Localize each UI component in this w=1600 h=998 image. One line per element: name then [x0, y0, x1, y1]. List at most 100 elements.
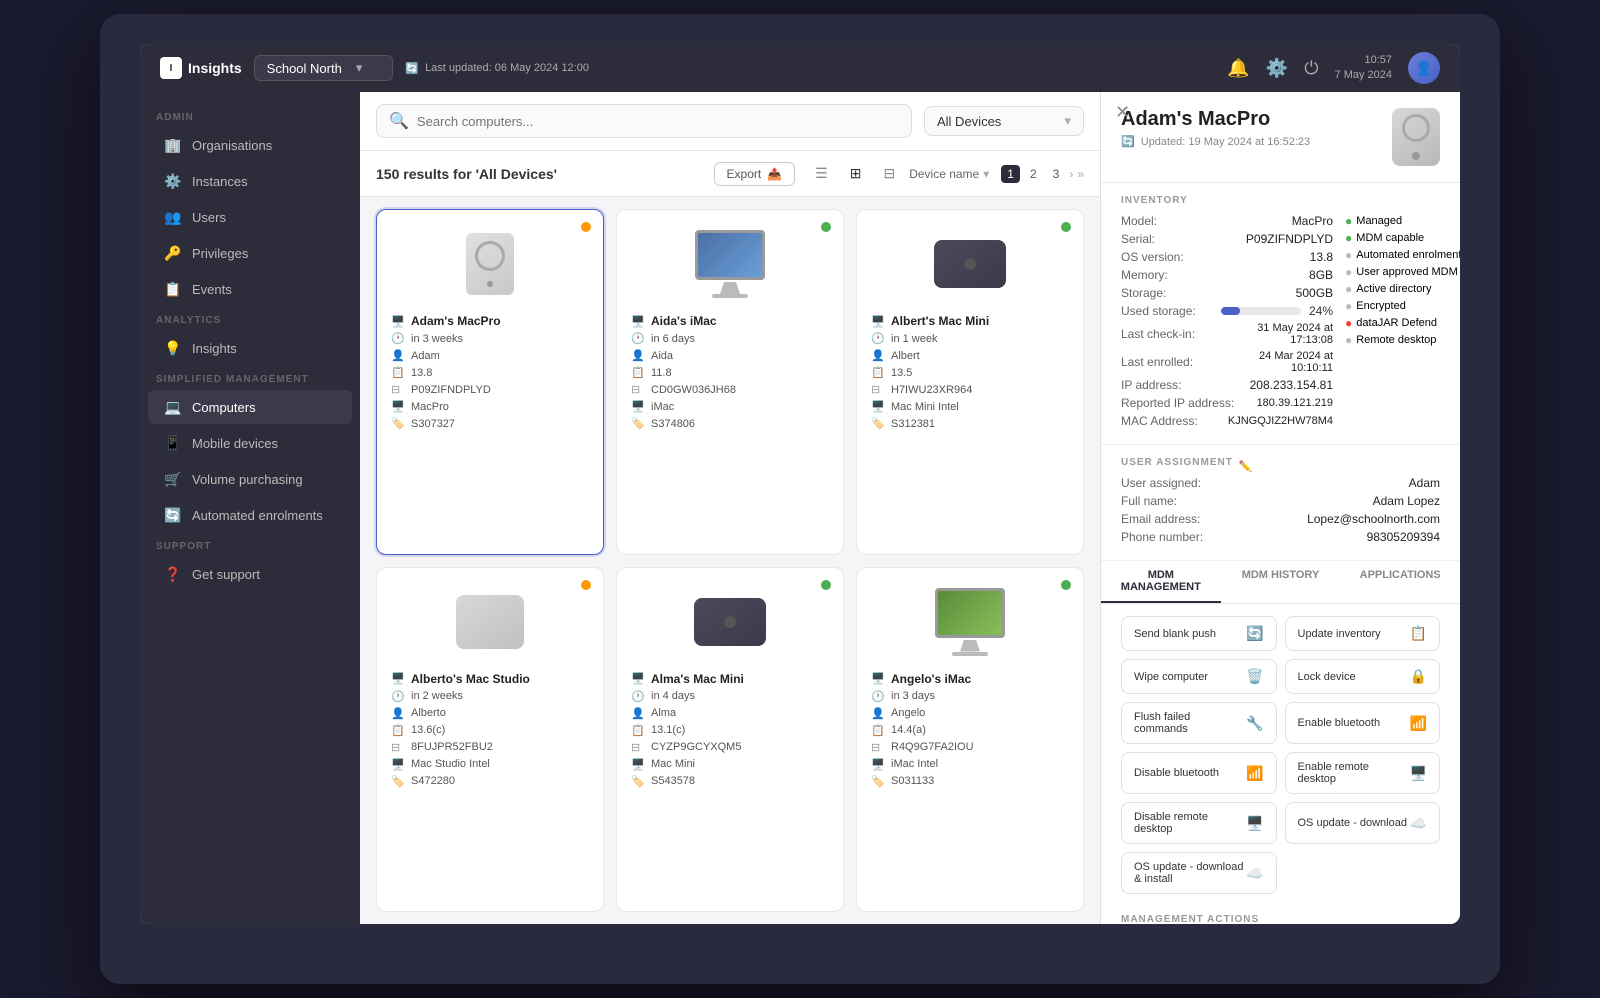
detail-title: Adam's MacPro: [1121, 108, 1310, 131]
sidebar-item-instances[interactable]: ⚙️ Instances: [148, 164, 352, 198]
notifications-icon[interactable]: 🔔: [1227, 58, 1249, 79]
status-active-directory: ● Active directory: [1345, 282, 1460, 296]
serial-icon: ⊟: [391, 383, 405, 396]
asset-icon: 🏷️: [631, 775, 645, 788]
device-image-aida: [631, 224, 829, 304]
detail-header: Adam's MacPro 🔄 Updated: 19 May 2024 at …: [1101, 92, 1460, 183]
device-card-angelo[interactable]: 🖥️ Angelo's iMac 🕐 in 3 days 👤 Angelo: [856, 567, 1084, 913]
sidebar-item-volume-purchasing[interactable]: 🛒 Volume purchasing: [148, 462, 352, 496]
enable-bluetooth-icon: 📶: [1410, 715, 1427, 732]
sidebar-section-support: SUPPORT: [140, 533, 360, 556]
sort-select[interactable]: Device name ▾: [909, 167, 989, 181]
action-wipe-computer[interactable]: Wipe computer 🗑️: [1121, 659, 1277, 694]
logo: I Insights: [160, 57, 242, 79]
filter-view-button[interactable]: ⊟: [875, 161, 903, 186]
power-icon[interactable]: ⏻: [1304, 58, 1318, 79]
action-enable-bluetooth[interactable]: Enable bluetooth 📶: [1285, 702, 1441, 744]
page-2[interactable]: 2: [1024, 165, 1043, 183]
model-icon: 🖥️: [391, 758, 405, 771]
users-icon: 👥: [164, 208, 182, 226]
status-remote-desktop: ● Remote desktop: [1345, 333, 1460, 347]
user-icon: 👤: [391, 707, 405, 720]
results-actions: Export 📤 ☰ ⊞ ⊟ Device name ▾: [714, 161, 1084, 186]
page-3[interactable]: 3: [1047, 165, 1066, 183]
device-image-angelo: [871, 582, 1069, 662]
status-datajar-defend: ● dataJAR Defend: [1345, 316, 1460, 330]
export-button[interactable]: Export 📤: [714, 162, 796, 186]
action-disable-remote-desktop[interactable]: Disable remote desktop 🖥️: [1121, 802, 1277, 844]
tab-mdm-history[interactable]: MDM HISTORY: [1221, 561, 1341, 603]
clock-icon: 🕐: [871, 332, 885, 345]
action-enable-remote-desktop[interactable]: Enable remote desktop 🖥️: [1285, 752, 1441, 794]
sidebar-item-automated-enrolments[interactable]: 🔄 Automated enrolments: [148, 498, 352, 532]
status-mdm-capable: ● MDM capable: [1345, 231, 1460, 245]
phone-row: Phone number: 98305209394: [1121, 530, 1440, 544]
status-dot-albert: [1061, 222, 1071, 232]
os-icon: 📋: [871, 724, 885, 737]
last-page-icon[interactable]: »: [1077, 167, 1084, 181]
sidebar: ADMIN 🏢 Organisations ⚙️ Instances 👥 Use…: [140, 92, 360, 924]
sync-info: 🔄 Last updated: 06 May 2024 12:00: [405, 62, 589, 75]
search-input[interactable]: [417, 114, 899, 129]
sidebar-item-organisations[interactable]: 🏢 Organisations: [148, 128, 352, 162]
tab-mdm-management[interactable]: MDM MANAGEMENT: [1101, 561, 1221, 603]
action-send-blank-push[interactable]: Send blank push 🔄: [1121, 616, 1277, 651]
results-bar: 150 results for 'All Devices' Export 📤 ☰…: [360, 151, 1100, 197]
device-list-panel: 🔍 All Devices ▾ 150 results for 'All Dev…: [360, 92, 1100, 924]
model-icon: 🖥️: [871, 758, 885, 771]
sidebar-item-insights[interactable]: 💡 Insights: [148, 331, 352, 365]
action-flush-failed-commands[interactable]: Flush failed commands 🔧: [1121, 702, 1277, 744]
os-icon: 📋: [871, 366, 885, 379]
serial-icon: ⊟: [631, 383, 645, 396]
device-card-alberto[interactable]: 🖥️ Alberto's Mac Studio 🕐 in 2 weeks 👤: [376, 567, 604, 913]
os-icon: 📋: [391, 724, 405, 737]
action-os-update-download[interactable]: OS update - download ☁️: [1285, 802, 1441, 844]
next-page-icon[interactable]: ›: [1069, 167, 1073, 181]
edit-icon[interactable]: ✏️: [1239, 460, 1253, 473]
status-automated-enrolment: ● Automated enrolment: [1345, 248, 1460, 262]
device-type-icon: 🖥️: [871, 672, 885, 685]
device-card-alma[interactable]: 🖥️ Alma's Mac Mini 🕐 in 4 days 👤 Alma: [616, 567, 844, 913]
sidebar-item-computers[interactable]: 💻 Computers: [148, 390, 352, 424]
tab-applications[interactable]: APPLICATIONS: [1340, 561, 1460, 603]
mdm-tabs: MDM MANAGEMENT MDM HISTORY APPLICATIONS: [1101, 561, 1460, 604]
sidebar-item-mobile-devices[interactable]: 📱 Mobile devices: [148, 426, 352, 460]
organisations-icon: 🏢: [164, 136, 182, 154]
view-controls: ☰ ⊞ ⊟ Device name ▾: [807, 161, 989, 186]
inventory-os: OS version: 13.8: [1121, 250, 1333, 264]
action-update-inventory[interactable]: Update inventory 📋: [1285, 616, 1441, 651]
device-card-albert[interactable]: 🖥️ Albert's Mac Mini 🕐 in 1 week 👤 Albe: [856, 209, 1084, 555]
status-dot-adam: [581, 222, 591, 232]
action-disable-bluetooth[interactable]: Disable bluetooth 📶: [1121, 752, 1277, 794]
filter-chevron-icon: ▾: [1064, 113, 1071, 129]
avatar[interactable]: 👤: [1408, 52, 1440, 84]
close-button[interactable]: ✕: [1109, 100, 1136, 125]
storage-progress-bar: [1221, 307, 1301, 315]
page-1[interactable]: 1: [1001, 165, 1020, 183]
org-selector[interactable]: School North ▾: [254, 55, 394, 81]
sidebar-item-users[interactable]: 👥 Users: [148, 200, 352, 234]
inventory-storage: Storage: 500GB: [1121, 286, 1333, 300]
sidebar-item-get-support[interactable]: ❓ Get support: [148, 557, 352, 591]
sidebar-item-events[interactable]: 📋 Events: [148, 272, 352, 306]
device-card-aida[interactable]: 🖥️ Aida's iMac 🕐 in 6 days 👤 Aida: [616, 209, 844, 555]
serial-icon: ⊟: [391, 741, 405, 754]
chevron-down-icon: ▾: [356, 60, 363, 76]
device-card-adam[interactable]: 🖥️ Adam's MacPro 🕐 in 3 weeks 👤 Adam: [376, 209, 604, 555]
disable-remote-desktop-icon: 🖥️: [1246, 815, 1263, 832]
action-os-update-download-install[interactable]: OS update - download & install ☁️: [1121, 852, 1277, 894]
time-display: 10:57 7 May 2024: [1335, 53, 1392, 84]
model-icon: 🖥️: [631, 758, 645, 771]
grid-view-button[interactable]: ⊞: [842, 161, 870, 186]
device-image-alma: [631, 582, 829, 662]
lock-device-icon: 🔒: [1410, 668, 1427, 685]
filter-select[interactable]: All Devices ▾: [924, 106, 1084, 136]
user-icon: 👤: [391, 349, 405, 362]
settings-icon[interactable]: ⚙️: [1266, 58, 1288, 79]
status-encrypted: ● Encrypted: [1345, 299, 1460, 313]
action-lock-device[interactable]: Lock device 🔒: [1285, 659, 1441, 694]
refresh-icon: 🔄: [1121, 135, 1135, 148]
sidebar-item-privileges[interactable]: 🔑 Privileges: [148, 236, 352, 270]
list-view-button[interactable]: ☰: [807, 161, 836, 186]
search-icon: 🔍: [389, 111, 409, 131]
